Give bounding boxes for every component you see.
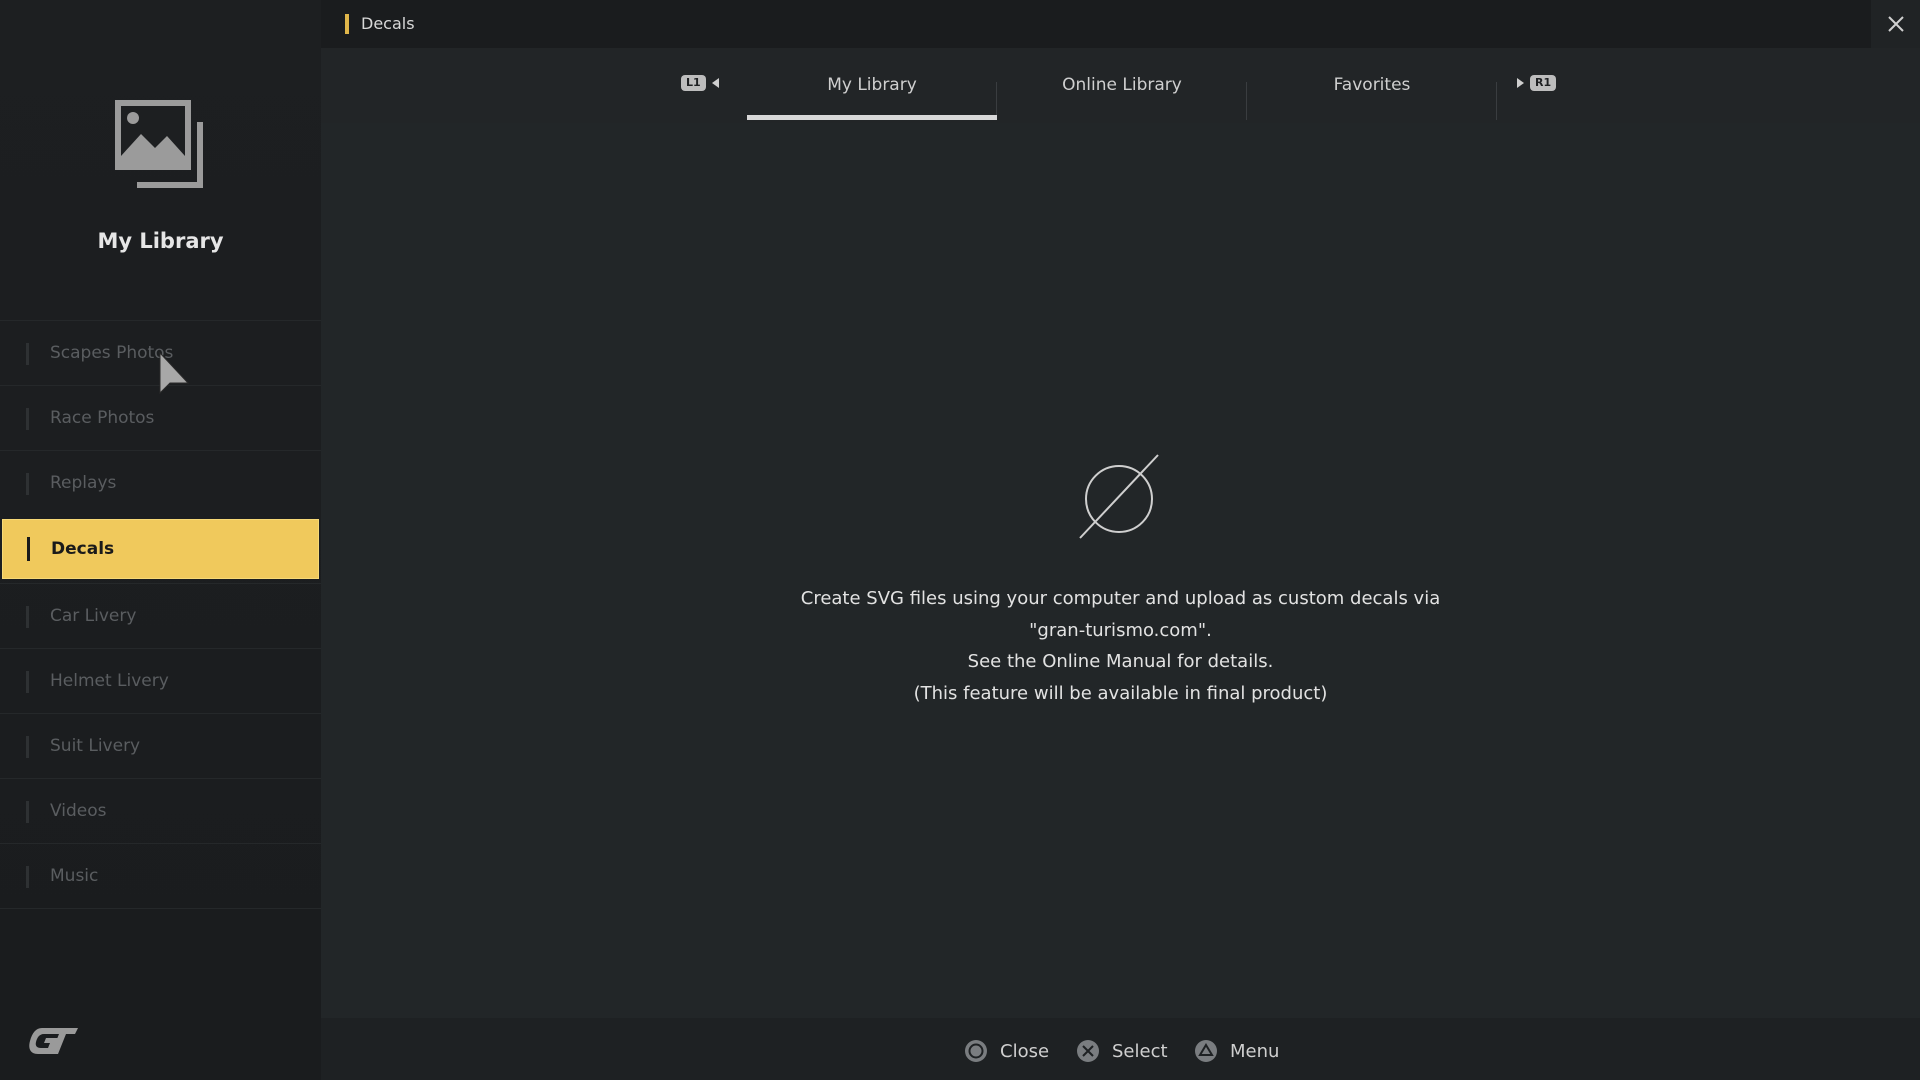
tab-label: Online Library [1062,75,1182,95]
sidebar-item-label: Videos [50,801,107,821]
sidebar-item-label: Replays [50,473,117,493]
cross-button-icon [1077,1040,1099,1062]
message-line: "gran-turismo.com". [1029,619,1212,641]
sidebar-item-videos[interactable]: Videos [0,778,321,843]
message-line: Create SVG files using your computer and… [800,588,1441,609]
item-marker [26,736,29,758]
hint-label: Close [1000,1040,1050,1062]
sidebar-menu: Scapes Photos Race Photos Replays Decals… [0,320,321,909]
r1-button-icon: R1 [1530,75,1557,91]
image-library-icon [115,100,203,188]
triangle-button-icon [1195,1040,1217,1062]
item-marker [26,408,29,430]
sidebar-item-label: Car Livery [50,606,137,626]
hint-label: Menu [1230,1040,1280,1062]
top-bar: Decals [321,0,1920,48]
tab-label: My Library [827,75,917,95]
sidebar-item-label: Helmet Livery [50,671,169,691]
circle-button-icon [965,1040,987,1062]
tab-my-library[interactable]: My Library [747,48,997,122]
main-content: Create SVG files using your computer and… [321,123,1920,1018]
sidebar-item-label: Scapes Photos [50,343,174,363]
tab-bar: L1 My Library Online Library Favorites R… [321,48,1920,125]
close-icon [1887,16,1904,32]
sidebar-item-music[interactable]: Music [0,843,321,909]
tab-active-indicator [747,115,997,120]
arrow-right-icon [1517,78,1524,88]
message-line: (This feature will be available in final… [913,682,1328,704]
sidebar-item-label: Music [50,866,99,886]
mouse-cursor-icon [159,351,190,395]
sidebar-title: My Library [97,229,224,253]
sidebar-item-label: Race Photos [50,408,155,428]
tab-separator [1496,82,1497,120]
close-hint-button[interactable]: Close [964,1039,1049,1063]
empty-message: Create SVG files using your computer and… [321,583,1920,709]
sidebar-item-replays[interactable]: Replays [0,450,321,515]
l1-button-icon: L1 [681,75,706,91]
empty-set-icon [1079,454,1159,539]
item-marker [26,801,29,823]
item-marker [26,606,29,628]
tab-favorites[interactable]: Favorites [1247,48,1497,122]
breadcrumb-marker [345,14,349,34]
bottom-bar: Close Select Menu [321,1018,1920,1080]
tab-label: Favorites [1333,75,1411,95]
menu-hint-button[interactable]: Menu [1194,1039,1279,1063]
sidebar-item-label: Suit Livery [50,736,141,756]
sidebar-item-car-livery[interactable]: Car Livery [0,583,321,648]
item-marker [26,866,29,888]
sidebar-item-label: Decals [51,539,115,559]
tab-next-button[interactable]: R1 [1517,75,1557,91]
message-line: See the Online Manual for details. [967,651,1274,672]
item-marker [26,343,29,365]
gt-logo [29,1028,78,1054]
tab-online-library[interactable]: Online Library [997,48,1247,122]
item-marker [26,671,29,693]
hint-label: Select [1112,1040,1168,1062]
sidebar-item-decals[interactable]: Decals [2,519,319,579]
sidebar-item-suit-livery[interactable]: Suit Livery [0,713,321,778]
app-root: My Library Scapes Photos Race Photos Rep… [0,0,1920,1080]
item-marker [26,473,29,495]
tab-prev-button[interactable]: L1 [681,75,719,91]
sidebar: My Library Scapes Photos Race Photos Rep… [0,0,324,1080]
select-hint-button[interactable]: Select [1076,1039,1168,1063]
breadcrumb: Decals [361,14,415,33]
close-button[interactable] [1871,0,1920,48]
arrow-left-icon [711,78,719,88]
sidebar-item-helmet-livery[interactable]: Helmet Livery [0,648,321,713]
sidebar-header: My Library [0,0,321,320]
item-marker [27,537,30,561]
